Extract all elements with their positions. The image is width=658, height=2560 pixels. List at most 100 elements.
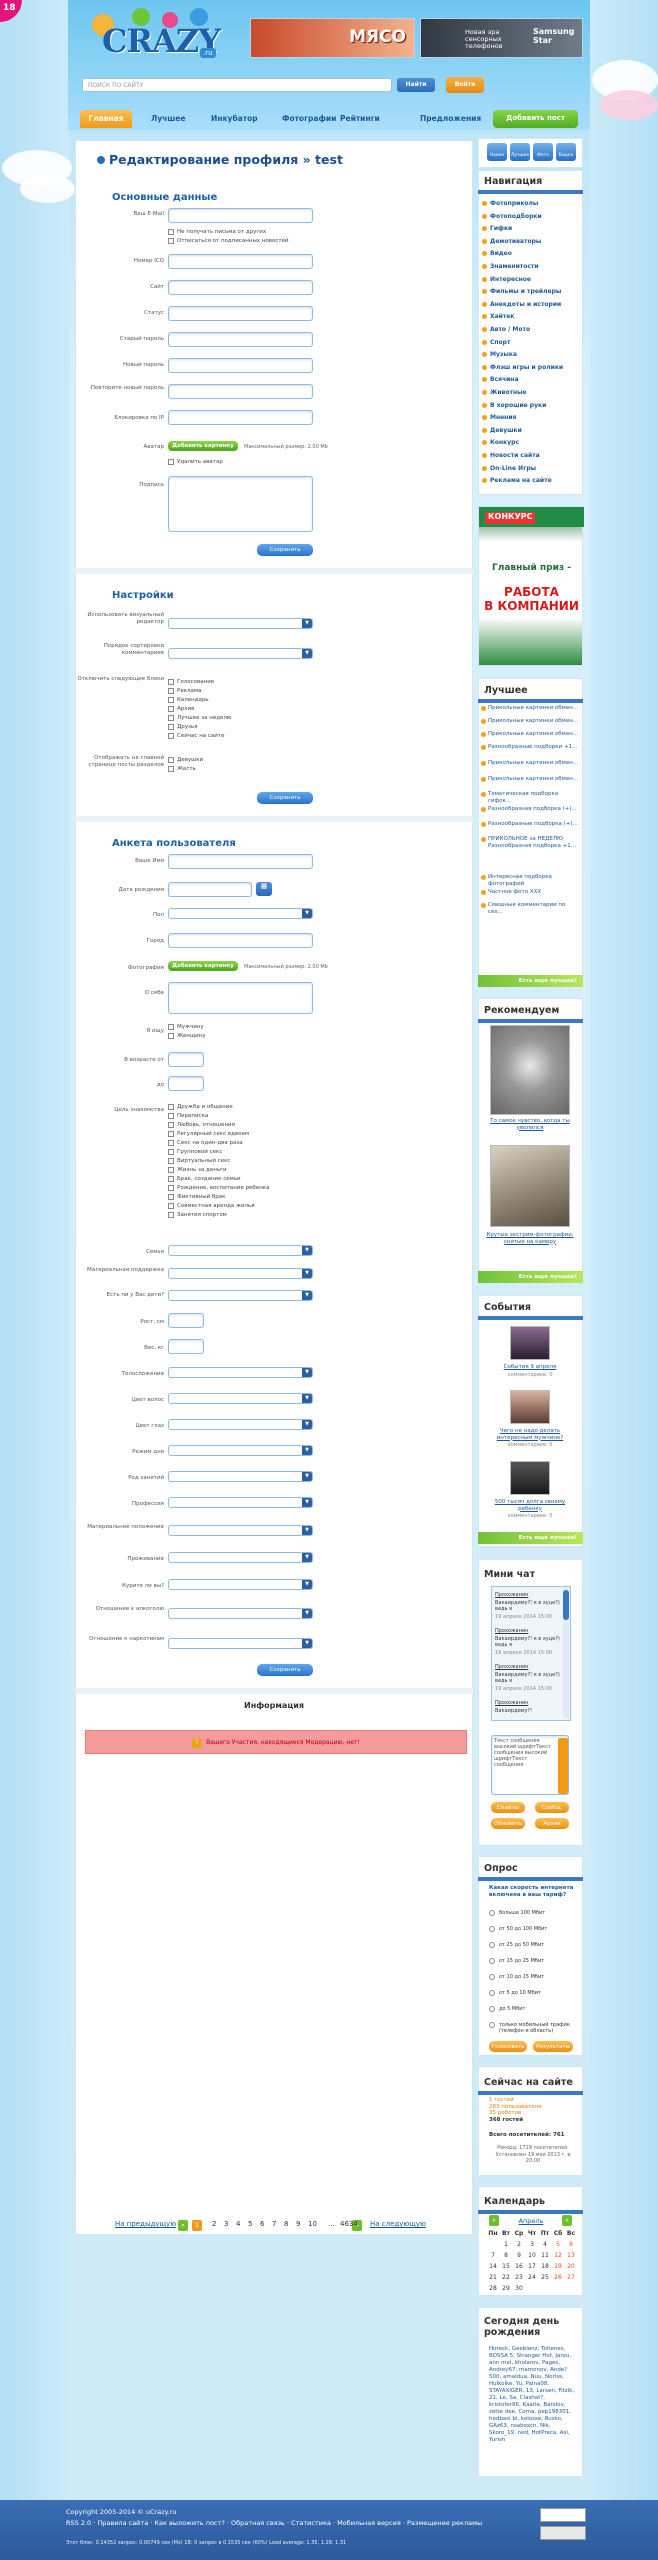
sidebar-nav-item[interactable]: Видео [490,250,512,257]
sidebar-nav-item[interactable]: Музыка [490,351,517,358]
best-item-link[interactable]: Интересная подборка фотографий [488,874,580,887]
video-icon[interactable]: Видео [556,143,576,161]
support-select[interactable]: ▼ [168,1268,313,1279]
goal-checkbox[interactable] [168,1104,174,1110]
ad-banner-samsung[interactable]: Новая эра сенсорных телефонов Samsung St… [420,18,583,58]
avatar-upload-button[interactable]: Добавить картинку [168,441,238,451]
calendar-day[interactable]: 10 [526,2252,538,2259]
goal-checkbox[interactable] [168,1140,174,1146]
page-link[interactable]: 3 [224,2220,228,2228]
eyes-select[interactable]: ▼ [168,1419,313,1430]
sidebar-nav-item[interactable]: Флэш игры и ролики [490,364,563,371]
repeat-password-field[interactable] [168,384,313,399]
calendar-day[interactable]: 16 [513,2263,525,2270]
vote-button[interactable]: Голосовать [489,2041,527,2052]
calendar-day[interactable]: 15 [500,2263,512,2270]
chat-user[interactable]: Прохожанин [495,1700,565,1706]
best-item-link[interactable]: Прикольные картинки обмен... [488,760,580,767]
chat-refresh-button[interactable]: Обновить [491,1818,525,1829]
poll-radio[interactable] [489,1942,495,1948]
sidebar-nav-item[interactable]: Анекдоты и истории [490,301,561,308]
goal-checkbox[interactable] [168,1167,174,1173]
icq-field[interactable] [168,254,313,269]
calendar-day[interactable]: 30 [513,2285,525,2292]
seek-checkbox[interactable] [168,1024,174,1030]
seek-checkbox[interactable] [168,1033,174,1039]
best-item-link[interactable]: Прикольные картинки обмен... [488,776,580,783]
no-mail-checkbox[interactable] [168,229,174,235]
calendar-day[interactable]: 17 [526,2263,538,2270]
calendar-day[interactable]: 5 [552,2241,564,2248]
goal-checkbox[interactable] [168,1176,174,1182]
smoking-select[interactable]: ▼ [168,1579,313,1590]
calendar-day[interactable]: 8 [500,2252,512,2259]
sidebar-nav-item[interactable]: Демотиваторы [490,238,541,245]
sidebar-nav-item[interactable]: Знаменитости [490,263,539,270]
block-checkbox[interactable] [168,679,174,685]
sidebar-nav-item[interactable]: Фотоприколы [490,200,538,207]
sidebar-nav-item[interactable]: Авто / Мото [490,326,530,333]
ip-block-field[interactable] [168,410,313,425]
calendar-day[interactable]: 1 [500,2241,512,2248]
chat-send-button[interactable]: Сообщ. [535,1802,569,1813]
search-input[interactable]: ПОИСК ПО САЙТУ [82,78,392,92]
block-checkbox[interactable] [168,715,174,721]
prev-page-icon[interactable]: « [178,2220,188,2231]
block-checkbox[interactable] [168,733,174,739]
occupation-select[interactable]: ▼ [168,1471,313,1482]
calendar-day[interactable]: 11 [539,2252,551,2259]
poll-radio[interactable] [489,1990,495,1996]
age-from-field[interactable] [168,1052,204,1067]
page-link[interactable]: 4 [236,2220,240,2228]
sidebar-nav-item[interactable]: Конкурс [490,439,519,446]
calendar-day[interactable]: 22 [500,2274,512,2281]
living-select[interactable]: ▼ [168,1552,313,1563]
save-button[interactable]: Сохранить [257,544,313,556]
goal-checkbox[interactable] [168,1131,174,1137]
delete-avatar-checkbox[interactable] [168,459,174,465]
nav-offers[interactable]: Предложения [420,114,481,123]
recommend-image[interactable] [490,1025,570,1115]
calendar-day[interactable]: 21 [487,2274,499,2281]
weight-field[interactable] [168,1339,204,1354]
page-link[interactable]: 8 [284,2220,288,2228]
next-page-link[interactable]: На следующую [370,2220,426,2228]
prev-month-icon[interactable]: « [489,2215,499,2226]
poll-radio[interactable] [489,1926,495,1932]
calendar-day[interactable]: 27 [565,2274,577,2281]
calendar-day[interactable]: 2 [513,2241,525,2248]
save-button[interactable]: Сохранить [257,792,313,804]
calendar-day[interactable]: 29 [500,2285,512,2292]
alcohol-select[interactable]: ▼ [168,1608,313,1619]
goal-checkbox[interactable] [168,1122,174,1128]
calendar-day[interactable]: 24 [526,2274,538,2281]
nav-ratings[interactable]: Рейтинги [340,114,380,123]
calendar-month[interactable]: Апрель [500,2217,562,2225]
add-post-button[interactable]: Добавить пост [493,110,578,128]
goal-checkbox[interactable] [168,1158,174,1164]
nav-best[interactable]: Лучшее [151,114,185,123]
best-item-link[interactable]: Разнообразные подборка (+)... [488,821,580,828]
prev-page-link[interactable]: На предыдущую [115,2220,176,2228]
page-link[interactable]: 2 [212,2220,216,2228]
family-select[interactable]: ▼ [168,1245,313,1256]
sidebar-nav-item[interactable]: Гифки [490,225,512,232]
results-button[interactable]: Результаты [533,2041,573,2052]
sidebar-nav-item[interactable]: Фильмы и трейлеры [490,288,561,295]
calendar-day[interactable]: 3 [526,2241,538,2248]
email-field[interactable] [168,208,313,223]
birthdate-field[interactable] [168,882,252,897]
block-checkbox[interactable] [168,688,174,694]
save-button[interactable]: Сохранить [257,1664,313,1676]
sidebar-nav-item[interactable]: Интересное [490,276,531,283]
best-item-link[interactable]: ПРИКОЛЬНОЕ за НЕДЕЛЮ Разнообразная подбо… [488,836,580,849]
site-field[interactable] [168,280,313,295]
chat-user[interactable]: Прохожанин [495,1592,565,1598]
sidebar-nav-item[interactable]: Фотоподборки [490,213,542,220]
poll-radio[interactable] [489,2006,495,2012]
footer-links[interactable]: RSS 2.0 · Правила сайта · Как выложить п… [66,2519,482,2527]
best-item-link[interactable]: Частное фото XXX [488,889,580,896]
calendar-day[interactable]: 12 [552,2252,564,2259]
sidebar-nav-item[interactable]: Животные [490,389,527,396]
recommend-link[interactable]: Крутые экстрим-фотографии, снятые на кам… [484,1232,576,1245]
